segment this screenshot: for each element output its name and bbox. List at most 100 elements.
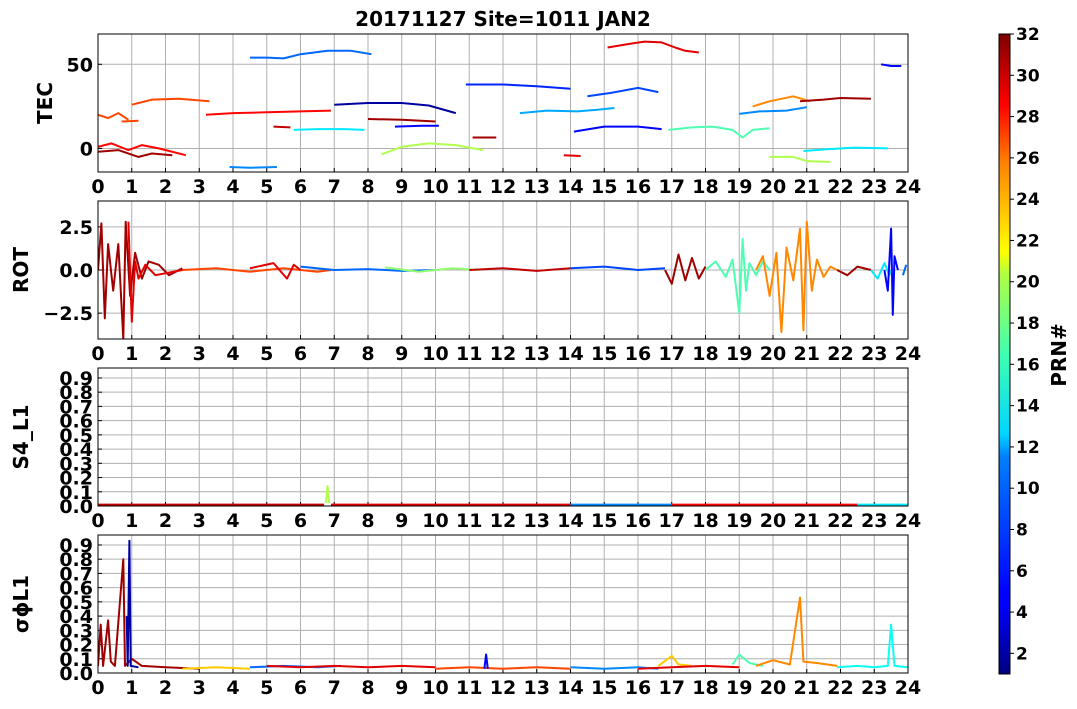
colorbar-gradient <box>998 33 1011 675</box>
y-tick-label: 0.0 <box>59 260 93 282</box>
x-tick-label: 6 <box>294 343 307 365</box>
x-tick-label: 2 <box>159 343 172 365</box>
colorbar-tick-label: 10 <box>1016 479 1040 499</box>
x-tick-label: 8 <box>361 343 374 365</box>
x-tick-label: 11 <box>456 677 482 699</box>
x-tick-label: 4 <box>226 510 239 532</box>
x-tick-label: 24 <box>895 510 921 532</box>
x-tick-label: 13 <box>524 176 550 198</box>
x-tick-label: 9 <box>395 677 408 699</box>
x-tick-label: 21 <box>794 176 820 198</box>
x-tick-label: 0 <box>91 343 104 365</box>
x-tick-label: 2 <box>159 510 172 532</box>
x-tick-label: 22 <box>827 677 853 699</box>
x-tick-label: 20 <box>760 176 786 198</box>
x-tick-label: 8 <box>361 176 374 198</box>
colorbar-tick-label: 26 <box>1016 149 1040 169</box>
x-tick-label: 23 <box>861 176 887 198</box>
x-tick-label: 23 <box>861 510 887 532</box>
x-tick-label: 24 <box>895 343 921 365</box>
x-tick-label: 3 <box>193 176 206 198</box>
colorbar-ticks: 2468101214161820222426283032 <box>1010 25 1040 664</box>
x-tick-label: 4 <box>226 343 239 365</box>
x-tick-label: 9 <box>395 343 408 365</box>
chart-title: 20171127 Site=1011 JAN2 <box>355 7 651 31</box>
colorbar-tick-label: 32 <box>1016 25 1040 45</box>
panel-s4: 0 1 2 3 4 5 6 7 8 9 10 11 12 13 14 15 16 17 18 19 20 21 22 23 24… <box>9 367 921 532</box>
colorbar-tick-label: 18 <box>1016 314 1040 334</box>
x-tick-label: 17 <box>659 510 685 532</box>
x-tick-label: 8 <box>361 677 374 699</box>
x-tick-label: 22 <box>827 343 853 365</box>
x-tick-label: 14 <box>557 176 583 198</box>
x-tick-label: 15 <box>591 677 617 699</box>
x-tick-label: 7 <box>328 176 341 198</box>
x-tick-label: 5 <box>260 677 273 699</box>
x-tick-label: 3 <box>193 343 206 365</box>
y-tick-label: 0.9 <box>59 368 93 390</box>
colorbar-tick-label: 2 <box>1016 644 1028 664</box>
x-tick-label: 20 <box>760 343 786 365</box>
x-tick-label: 9 <box>395 510 408 532</box>
x-tick-label: 5 <box>260 510 273 532</box>
x-tick-label: 13 <box>524 343 550 365</box>
x-tick-label: 22 <box>827 510 853 532</box>
x-tick-label: 2 <box>159 677 172 699</box>
series-line-prn-26 <box>121 119 139 123</box>
y-axis-label: S4_L1 <box>9 405 33 470</box>
x-tick-label: 7 <box>328 510 341 532</box>
x-tick-label: 20 <box>760 510 786 532</box>
panels-group: 0 1 2 3 4 5 6 7 8 9 10 11 12 13 14 15 16 17 18 19 20 21 22 23 24… <box>9 33 921 699</box>
x-tick-label: 11 <box>456 176 482 198</box>
colorbar-tick-label: 14 <box>1016 397 1040 417</box>
colorbar-tick-label: 8 <box>1016 520 1028 540</box>
colorbar-tick-label: 28 <box>1016 108 1040 128</box>
x-tick-label: 16 <box>625 343 651 365</box>
x-tick-label: 15 <box>591 176 617 198</box>
x-tick-label: 11 <box>456 510 482 532</box>
colorbar-tick-label: 12 <box>1016 438 1040 458</box>
x-tick-label: 21 <box>794 677 820 699</box>
x-tick-label: 18 <box>692 677 718 699</box>
series-line-prn-5 <box>394 124 439 128</box>
y-axis-label: ROT <box>9 247 33 293</box>
x-tick-label: 14 <box>557 343 583 365</box>
x-tick-label: 17 <box>659 343 685 365</box>
x-tick-label: 21 <box>794 510 820 532</box>
y-axis-label: σϕL1 <box>9 575 33 633</box>
colorbar-tick-label: 22 <box>1016 231 1040 251</box>
series-line-prn-30 <box>273 125 291 129</box>
x-tick-label: 4 <box>226 677 239 699</box>
colorbar-tick-label: 4 <box>1016 603 1028 623</box>
x-tick-label: 5 <box>260 176 273 198</box>
y-tick-label: 50 <box>67 54 93 76</box>
x-tick-label: 6 <box>294 510 307 532</box>
colorbar: 2468101214161820222426283032 PRN# <box>998 25 1071 675</box>
x-tick-label: 8 <box>361 510 374 532</box>
series-line-prn-29 <box>563 154 581 157</box>
x-tick-label: 22 <box>827 176 853 198</box>
y-axis-label: TEC <box>33 82 57 124</box>
x-tick-label: 0 <box>91 677 104 699</box>
colorbar-tick-label: 24 <box>1016 190 1040 210</box>
x-tick-label: 17 <box>659 677 685 699</box>
x-tick-label: 24 <box>895 677 921 699</box>
x-tick-label: 21 <box>794 343 820 365</box>
x-tick-label: 13 <box>524 510 550 532</box>
x-tick-label: 23 <box>861 343 887 365</box>
x-tick-label: 18 <box>692 343 718 365</box>
x-tick-label: 6 <box>294 176 307 198</box>
x-tick-label: 19 <box>726 677 752 699</box>
colorbar-tick-label: 6 <box>1016 562 1028 582</box>
x-tick-label: 19 <box>726 510 752 532</box>
y-tick-label: −2.5 <box>43 303 93 325</box>
x-tick-label: 16 <box>625 677 651 699</box>
x-tick-label: 14 <box>557 510 583 532</box>
series-line-prn-12 <box>293 128 365 131</box>
x-tick-label: 1 <box>125 176 138 198</box>
x-tick-label: 10 <box>422 343 448 365</box>
x-tick-label: 20 <box>760 677 786 699</box>
x-tick-label: 9 <box>395 176 408 198</box>
panel-sigma: 0 1 2 3 4 5 6 7 8 9 10 11 12 13 14 15 16 17 18 19 20 21 22 23 24… <box>9 534 921 699</box>
x-tick-label: 1 <box>125 510 138 532</box>
